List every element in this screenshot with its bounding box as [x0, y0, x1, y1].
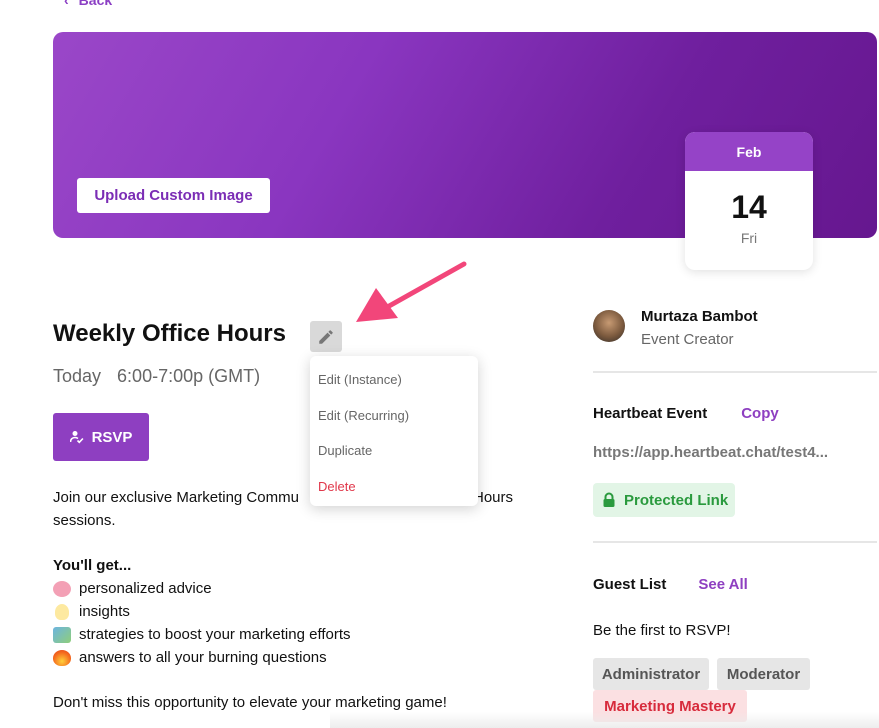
description-intro-end: Hours: [472, 489, 513, 506]
date-weekday: Fri: [740, 230, 758, 246]
guest-list-label: Guest List: [593, 576, 667, 593]
avatar[interactable]: [593, 310, 625, 342]
event-url: https://app.heartbeat.chat/test4...: [593, 444, 829, 461]
protected-link-label: Protected Link: [624, 491, 729, 509]
upload-custom-image-button[interactable]: Upload Custom Image: [77, 178, 270, 213]
description-intro-line2: sessions.: [53, 512, 116, 529]
description-intro-start: Join our exclusive Marketing Commu: [53, 489, 299, 506]
description-closing: Don't miss this opportunity to elevate y…: [53, 694, 447, 711]
gets-heading: You'll get...: [53, 557, 132, 574]
date-day: 14: [731, 189, 767, 225]
fire-icon: [53, 649, 71, 666]
menu-item-delete[interactable]: Delete: [310, 469, 478, 505]
person-check-icon: [69, 431, 84, 444]
menu-item-edit-instance[interactable]: Edit (Instance): [310, 362, 478, 398]
copy-button[interactable]: Copy: [741, 405, 779, 422]
pencil-icon: [319, 329, 333, 344]
divider: [593, 541, 877, 543]
list-item: answers to all your burning questions: [53, 646, 543, 669]
lock-icon: [603, 492, 615, 507]
event-creator: Murtaza Bambot Event Creator: [593, 308, 758, 348]
event-date: Today: [53, 366, 102, 386]
protected-link-badge: Protected Link: [593, 483, 735, 517]
lightbulb-icon: [55, 603, 69, 620]
event-time: 6:00-7:00p (GMT): [117, 366, 261, 386]
heartbeat-event-label: Heartbeat Event: [593, 405, 708, 422]
bottom-shadow: [330, 712, 879, 728]
see-all-link[interactable]: See All: [698, 576, 747, 593]
guest-list-header: Guest List See All: [593, 576, 748, 593]
tag-moderator: Moderator: [717, 658, 810, 690]
menu-item-edit-recurring[interactable]: Edit (Recurring): [310, 398, 478, 434]
creator-name[interactable]: Murtaza Bambot: [641, 308, 758, 325]
edit-event-button[interactable]: [310, 321, 342, 352]
divider: [593, 371, 877, 373]
event-description: Join our exclusive Marketing Commu Hours…: [53, 486, 543, 714]
event-when: Today 6:00-7:00p (GMT): [53, 366, 260, 387]
heartbeat-event-row: Heartbeat Event Copy: [593, 405, 779, 422]
date-month: Feb: [685, 132, 813, 171]
menu-item-duplicate[interactable]: Duplicate: [310, 433, 478, 469]
rsvp-label: RSVP: [91, 428, 133, 446]
date-card: Feb 14 Fri: [685, 132, 813, 270]
creator-role: Event Creator: [641, 331, 734, 348]
tag-administrator: Administrator: [593, 658, 709, 690]
list-item: strategies to boost your marketing effor…: [53, 623, 543, 646]
annotation-arrow: [356, 261, 467, 322]
back-link[interactable]: ‹ Back: [64, 0, 112, 8]
brain-icon: [53, 580, 71, 597]
edit-dropdown-menu: Edit (Instance) Edit (Recurring) Duplica…: [310, 356, 478, 506]
rsvp-button[interactable]: RSVP: [53, 413, 149, 461]
list-item: personalized advice: [53, 577, 543, 600]
event-title: Weekly Office Hours: [53, 320, 286, 347]
list-item: insights: [53, 600, 543, 623]
guest-list-empty-text: Be the first to RSVP!: [593, 622, 731, 639]
chevron-left-icon: ‹: [64, 0, 69, 8]
back-label: Back: [78, 0, 113, 8]
map-icon: [53, 626, 71, 643]
